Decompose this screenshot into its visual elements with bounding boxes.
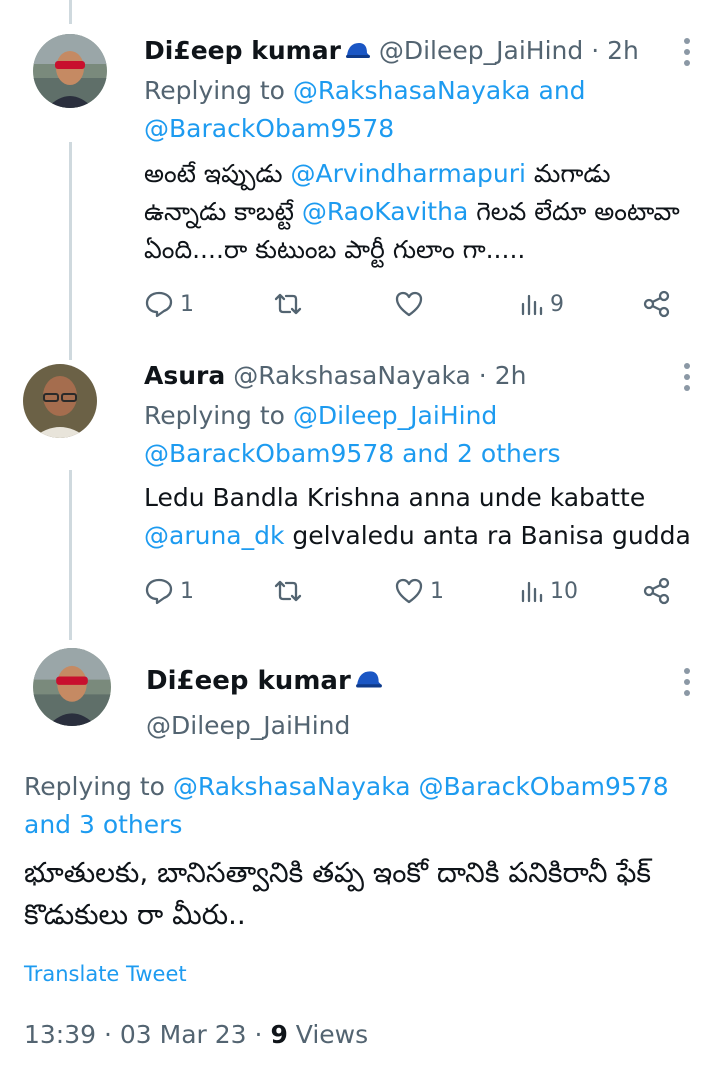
- handle[interactable]: @Dileep_JaiHind: [379, 36, 583, 65]
- display-name[interactable]: Asura: [144, 361, 225, 390]
- replying-prefix: Replying to: [24, 772, 165, 801]
- separator: ·: [254, 1020, 263, 1049]
- share-button[interactable]: [642, 571, 672, 611]
- text-segment: అంటే ఇప్పుడు: [144, 159, 283, 188]
- replying-to-line2: @BarackObam9578 and 2 others: [144, 435, 670, 473]
- views-count: 10: [550, 578, 578, 604]
- like-button[interactable]: [394, 284, 424, 324]
- tweet-actions: 1 9: [144, 284, 682, 324]
- display-name-text: Di£eep kumar: [146, 666, 351, 696]
- blue-cap-emoji-icon: [355, 664, 383, 702]
- tweet-header: Asura @RakshasaNayaka · 2h: [144, 357, 670, 395]
- reply-button[interactable]: 1: [144, 571, 194, 611]
- text-segment: gelvaledu anta ra Banisa gudda: [292, 521, 691, 550]
- timestamp[interactable]: 2h: [495, 361, 527, 390]
- replying-to-line2: @BarackObam9578: [144, 110, 670, 148]
- tweet-header: Di£eep kumar @Dileep_JaiHind · 2h: [144, 32, 670, 72]
- reply-mention[interactable]: @BarackObam9578: [144, 114, 394, 143]
- replying-prefix: Replying to: [144, 401, 285, 430]
- mention-link[interactable]: @Arvindharmapuri: [291, 159, 526, 188]
- views-label: Views: [295, 1020, 369, 1049]
- display-name[interactable]: Di£eep kumar: [146, 662, 383, 702]
- separator: ·: [478, 361, 487, 390]
- replying-to: Replying to @RakshasaNayaka @BarackObam9…: [24, 768, 700, 844]
- reply-mention[interactable]: @BarackObam9578 and 2 others: [144, 439, 561, 468]
- timestamp[interactable]: 2h: [607, 36, 639, 65]
- blue-cap-emoji-icon: [345, 34, 371, 72]
- reply-icon: [145, 578, 173, 605]
- avatar[interactable]: [23, 364, 97, 438]
- reply-count: 1: [180, 291, 194, 317]
- heart-icon: [395, 291, 423, 317]
- handle[interactable]: @RakshasaNayaka: [233, 361, 471, 390]
- retweet-icon: [274, 293, 302, 315]
- translate-tweet-link[interactable]: Translate Tweet: [24, 962, 187, 986]
- like-count: 1: [430, 578, 444, 604]
- views-button[interactable]: 9: [520, 284, 564, 324]
- reply-count: 1: [180, 578, 194, 604]
- views-button[interactable]: 10: [520, 571, 578, 611]
- thread-line-1: [69, 142, 72, 360]
- reply-others[interactable]: and 3 others: [24, 810, 182, 839]
- mention-link[interactable]: @aruna_dk: [144, 521, 284, 550]
- thread-line-2: [69, 470, 72, 640]
- tweet-meta: 13:39 · 03 Mar 23 · 9 Views: [24, 1020, 368, 1049]
- mention-link[interactable]: @RaoKavitha: [302, 197, 468, 226]
- retweet-button[interactable]: [272, 571, 304, 611]
- retweet-button[interactable]: [272, 284, 304, 324]
- replying-to: Replying to @RakshasaNayaka and: [144, 72, 670, 110]
- views-icon: [521, 294, 543, 316]
- more-icon[interactable]: [682, 38, 692, 71]
- views-icon: [521, 581, 543, 603]
- separator: ·: [591, 36, 600, 65]
- reply-icon: [145, 291, 173, 318]
- avatar[interactable]: [33, 648, 111, 726]
- display-name[interactable]: Di£eep kumar: [144, 36, 341, 65]
- tweet-text: Ledu Bandla Krishna anna unde kabatte @a…: [144, 479, 700, 555]
- reply-mention[interactable]: @RakshasaNayaka: [293, 76, 531, 105]
- share-icon: [643, 577, 670, 605]
- replying-to: Replying to @Dileep_JaiHind: [144, 397, 670, 435]
- tweet-actions: 1 1 10: [144, 571, 682, 611]
- timestamp[interactable]: 13:39 · 03 Mar 23: [24, 1020, 247, 1049]
- reply-and: and: [538, 76, 586, 105]
- more-icon[interactable]: [682, 363, 692, 396]
- reply-button[interactable]: 1: [144, 284, 194, 324]
- views-count: 9: [270, 1020, 288, 1049]
- text-segment: Ledu Bandla Krishna anna unde kabatte: [144, 483, 646, 512]
- views-count: 9: [550, 291, 564, 317]
- tweet-text: అంటే ఇప్పుడు @Arvindharmapuri మగాడు ఉన్న…: [144, 155, 700, 269]
- reply-mentions[interactable]: @RakshasaNayaka @BarackObam9578: [173, 772, 669, 801]
- tweet-text: భూతులకు, బానిసత్వానికి తప్ప ఇంకో దానికి …: [24, 856, 651, 931]
- like-button[interactable]: 1: [394, 571, 444, 611]
- share-icon: [643, 290, 670, 318]
- share-button[interactable]: [642, 284, 672, 324]
- thread-line-top: [69, 0, 72, 24]
- avatar[interactable]: [33, 34, 107, 108]
- replying-prefix: Replying to: [144, 76, 285, 105]
- heart-icon: [395, 578, 423, 604]
- retweet-icon: [274, 580, 302, 602]
- more-icon[interactable]: [682, 668, 692, 701]
- handle[interactable]: @Dileep_JaiHind: [146, 707, 350, 745]
- reply-mention[interactable]: @Dileep_JaiHind: [293, 401, 497, 430]
